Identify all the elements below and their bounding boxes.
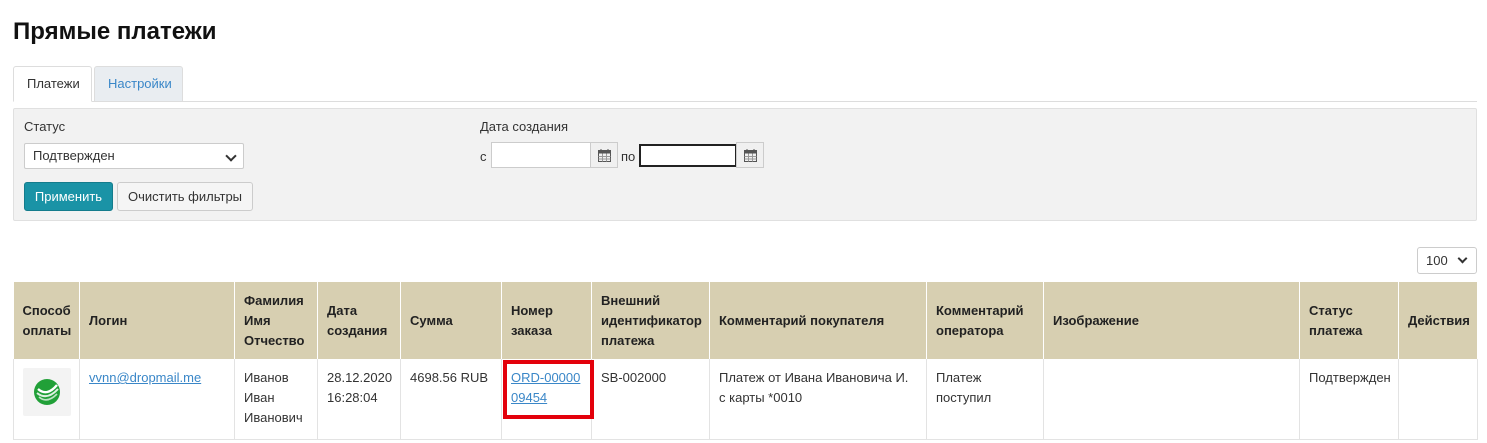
column-header: Изображение [1043,282,1300,359]
created-date-cell: 28.12.2020 16:28:04 [317,359,401,440]
column-header: Фамилия Имя Отчество [234,282,318,359]
status-select[interactable]: Подтвержден [24,143,244,169]
per-page-value: 100 [1426,253,1448,268]
column-header: Действия [1398,282,1478,359]
payment-method-cell [13,359,80,440]
status-select-value: Подтвержден [33,148,115,163]
date-to-calendar-button[interactable] [736,142,764,168]
column-header: Способ оплаты [13,282,80,359]
tab-bar: Платежи Настройки [13,66,1477,102]
tab-payments[interactable]: Платежи [13,66,92,102]
date-from-calendar-button[interactable] [590,142,618,168]
per-page-select[interactable]: 100 [1417,247,1477,274]
apply-button[interactable]: Применить [24,182,113,211]
column-header: Дата создания [317,282,401,359]
image-cell [1043,359,1300,440]
payments-table: Способ оплаты Логин Фамилия Имя Отчество… [13,282,1478,440]
date-to-input[interactable] [639,144,737,167]
tab-settings[interactable]: Настройки [94,66,183,102]
customer-comment-cell: Платеж от Ивана Ивановича И. с карты *00… [709,359,927,440]
column-header: Сумма [400,282,502,359]
calendar-icon [598,149,611,162]
column-header: Номер заказа [501,282,592,359]
column-header: Внешний идентификатор платежа [591,282,710,359]
filter-panel: Статус Подтвержден Дата создания с по Пр… [13,108,1477,221]
login-link[interactable]: vvnn@dropmail.me [89,370,201,385]
column-header: Логин [79,282,235,359]
chevron-down-icon [1457,253,1468,264]
calendar-icon [744,149,757,162]
external-id-cell: SB-002000 [591,359,710,440]
table-row: vvnn@dropmail.me Иванов Иван Иванович 28… [13,359,1478,440]
column-header: Статус платежа [1299,282,1399,359]
column-header: Комментарий покупателя [709,282,927,359]
login-cell: vvnn@dropmail.me [79,359,235,440]
date-from-input[interactable] [491,142,591,168]
table-header-row: Способ оплаты Логин Фамилия Имя Отчество… [13,282,1478,359]
full-name-cell: Иванов Иван Иванович [234,359,318,440]
order-number-cell: ORD-0000009454 [501,359,594,440]
actions-cell [1398,359,1478,440]
date-to-label: по [621,149,636,164]
sberbank-logo-icon [23,368,71,416]
status-filter-label: Статус [24,119,66,134]
page-title: Прямые платежи [13,18,217,45]
chevron-down-icon [225,150,237,162]
amount-cell: 4698.56 RUB [400,359,502,440]
date-from-label: с [480,149,487,164]
clear-filters-button[interactable]: Очистить фильтры [117,182,253,211]
column-header: Комментарий оператора [926,282,1044,359]
date-filter-label: Дата создания [480,119,569,134]
highlight-box [503,360,594,419]
payment-status-cell: Подтвержден [1299,359,1399,440]
operator-comment-cell: Платеж поступил [926,359,1044,440]
